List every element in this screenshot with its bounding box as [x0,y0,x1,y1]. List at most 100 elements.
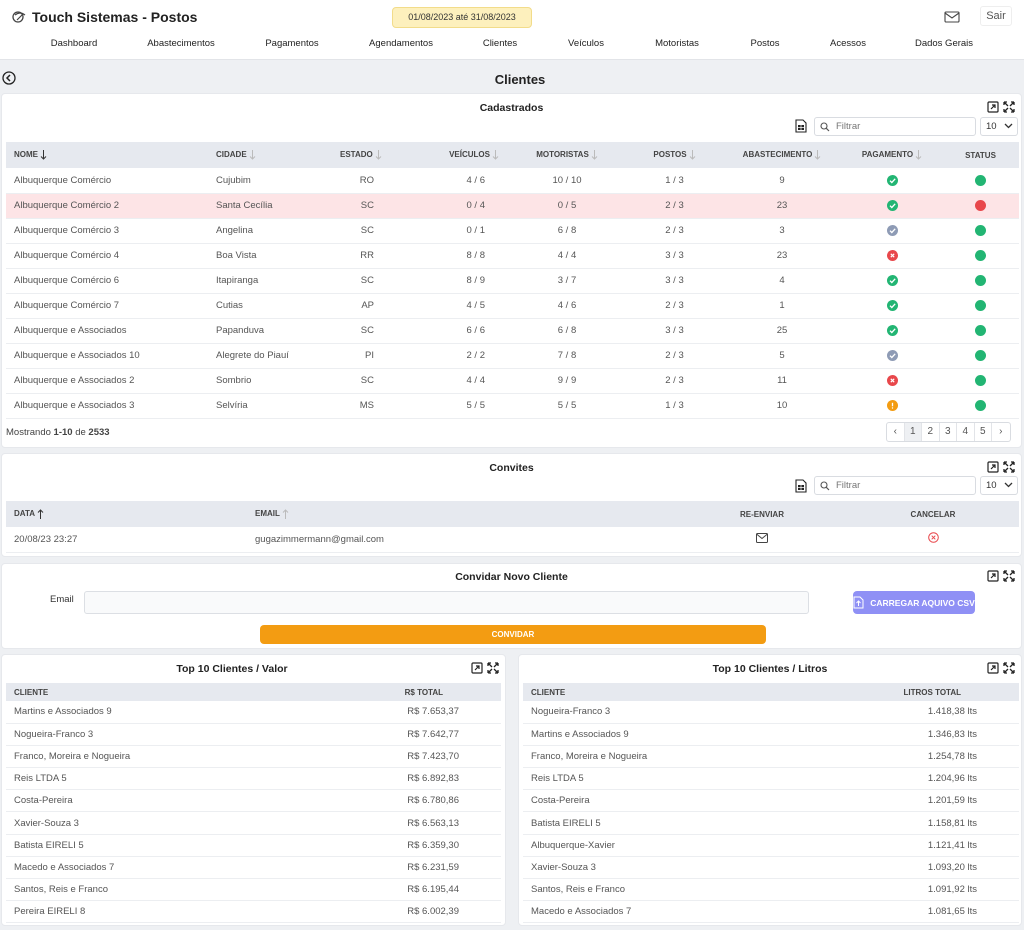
nav-dados-gerais[interactable]: Dados Gerais [915,38,973,49]
status-active-icon [975,349,986,361]
csv-file-icon[interactable] [795,119,807,133]
total-liters: 1.081,65 lts [843,900,1019,924]
client-name: Franco, Moreira e Nogueira [523,745,843,769]
expand-icon[interactable] [487,662,499,674]
client-stations: 2 / 3 [627,293,722,319]
payment-neutral-icon [886,224,898,236]
client-state: SC [332,268,412,294]
nav-motoristas[interactable]: Motoristas [655,38,699,49]
table-row[interactable]: Albuquerque Comércio 6 Itapiranga SC 8 / 93… [6,268,1019,294]
logout-button[interactable]: Sair [980,6,1012,26]
col-abastecimento[interactable]: ABASTECIMENTO [722,142,842,168]
col-email[interactable]: EMAIL [247,501,677,527]
table-row[interactable]: Albuquerque e Associados 10 Alegrete do P… [6,343,1019,369]
top-navbar: Touch Sistemas - Postos 01/08/2023 até 3… [0,0,1024,60]
client-name: Macedo e Associados 7 [523,900,843,924]
total-value: R$ 6.563,13 [326,811,501,835]
client-name: Santos, Reis e Franco [6,878,326,902]
table-row[interactable]: Albuquerque e Associados 2 Sombrio SC 4 / 4… [6,368,1019,394]
col-cidade[interactable]: CIDADE [208,142,332,168]
export-icon[interactable] [987,662,999,674]
client-city: Angelina [208,218,332,244]
card-title: Top 10 Clientes / Litros [712,663,828,675]
col-data[interactable]: DATA [6,501,247,527]
next-page-button[interactable]: › [992,423,1010,441]
nav-dashboard[interactable]: Dashboard [51,38,97,49]
page-button[interactable]: 2 [922,423,940,441]
filter-input[interactable] [836,121,956,132]
nav-abastecimentos[interactable]: Abastecimentos [147,38,215,49]
table-row: Nogueira-Franco 3 R$ 7.642,77 [6,723,501,746]
col-postos[interactable]: POSTOS [627,142,722,168]
nav-veiculos[interactable]: Veículos [568,38,604,49]
export-icon[interactable] [471,662,483,674]
page-button[interactable]: 3 [940,423,957,441]
brand[interactable]: Touch Sistemas - Postos [12,9,197,25]
export-icon[interactable] [987,461,999,473]
mail-icon[interactable] [944,10,960,24]
filter-field[interactable] [814,476,976,495]
status-active-icon [975,299,986,311]
table-row: Costa-Pereira R$ 6.780,86 [6,789,501,813]
expand-icon[interactable] [1003,101,1015,113]
table-row: Nogueira-Franco 3 1.418,38 lts [523,701,1019,724]
invite-email: gugazimmermann@gmail.com [247,527,677,553]
client-vehicles: 4 / 6 [412,168,507,194]
table-row[interactable]: Albuquerque Comércio 4 Boa Vista RR 8 / 84 … [6,243,1019,269]
nav-pagamentos[interactable]: Pagamentos [265,38,318,49]
expand-icon[interactable] [1003,662,1015,674]
nav-postos[interactable]: Postos [750,38,779,49]
page-button[interactable]: 4 [957,423,975,441]
col-pagamento[interactable]: PAGAMENTO [842,142,942,168]
sort-icon [591,150,598,160]
client-stations: 1 / 3 [627,393,722,419]
email-input[interactable] [84,591,809,614]
nav-clientes[interactable]: Clientes [483,38,517,49]
col-nome[interactable]: NOME [6,142,208,168]
page-button[interactable]: 5 [975,423,992,441]
client-name: Batista EIRELI 5 [6,834,326,857]
table-row[interactable]: Albuquerque Comércio 3 Angelina SC 0 / 16 /… [6,218,1019,244]
expand-icon[interactable] [1003,570,1015,582]
date-range-picker[interactable]: 01/08/2023 até 31/08/2023 [392,7,532,28]
invite-button[interactable]: CONVIDAR [260,625,766,644]
table-row[interactable]: Albuquerque e Associados 3 Selvíria MS 5 / … [6,393,1019,419]
table-row[interactable]: Albuquerque Comércio 2 Santa Cecília SC 0 /… [6,193,1019,219]
resend-mail-icon[interactable] [756,532,768,543]
col-reenviar: RE-ENVIAR [677,501,847,527]
table-row[interactable]: Albuquerque Comércio 7 Cutias AP 4 / 54 / 6… [6,293,1019,319]
card-title: Cadastrados [479,102,544,114]
table-row[interactable]: Albuquerque Comércio Cujubim RO 4 / 6 10 / 1… [6,168,1019,194]
col-veiculos[interactable]: VEÍCULOS [412,142,507,168]
csv-file-icon[interactable] [795,479,807,493]
expand-icon[interactable] [1003,461,1015,473]
page-size-select[interactable]: 10 [980,117,1018,136]
upload-csv-button[interactable]: CARREGAR AQUIVO CSV [853,591,975,614]
page-button[interactable]: 1 [904,423,922,441]
table-row[interactable]: Albuquerque e Associados Papanduva SC 6 / 6… [6,318,1019,344]
total-value: R$ 7.642,77 [326,723,501,746]
registered-table: NOME CIDADE ESTADO VEÍCULOS MOTORISTAS P… [6,142,1019,419]
client-city: Papanduva [208,318,332,344]
client-name: Reis LTDA 5 [523,767,843,791]
export-icon[interactable] [987,101,999,113]
nav-agendamentos[interactable]: Agendamentos [369,38,433,49]
top-liters-table: CLIENTE LITROS TOTAL Nogueira-Franco 3 1.… [523,683,1019,924]
table-row: Santos, Reis e Franco 1.091,92 lts [523,878,1019,902]
col-cliente: CLIENTE [6,683,326,701]
total-liters: 1.091,92 lts [843,878,1019,902]
col-motoristas[interactable]: MOTORISTAS [507,142,627,168]
total-value: R$ 6.359,30 [326,834,501,857]
nav-acessos[interactable]: Acessos [830,38,866,49]
client-stations: 2 / 3 [627,343,722,369]
cancel-icon[interactable] [927,532,939,544]
email-label: Email [50,594,74,605]
export-icon[interactable] [987,570,999,582]
filter-field[interactable] [814,117,976,136]
prev-page-button[interactable]: ‹ [887,423,905,441]
filter-input[interactable] [836,480,956,491]
client-name: Nogueira-Franco 3 [6,723,326,746]
col-estado[interactable]: ESTADO [332,142,412,168]
page-title: Clientes [494,72,546,87]
page-size-select[interactable]: 10 [980,476,1018,495]
